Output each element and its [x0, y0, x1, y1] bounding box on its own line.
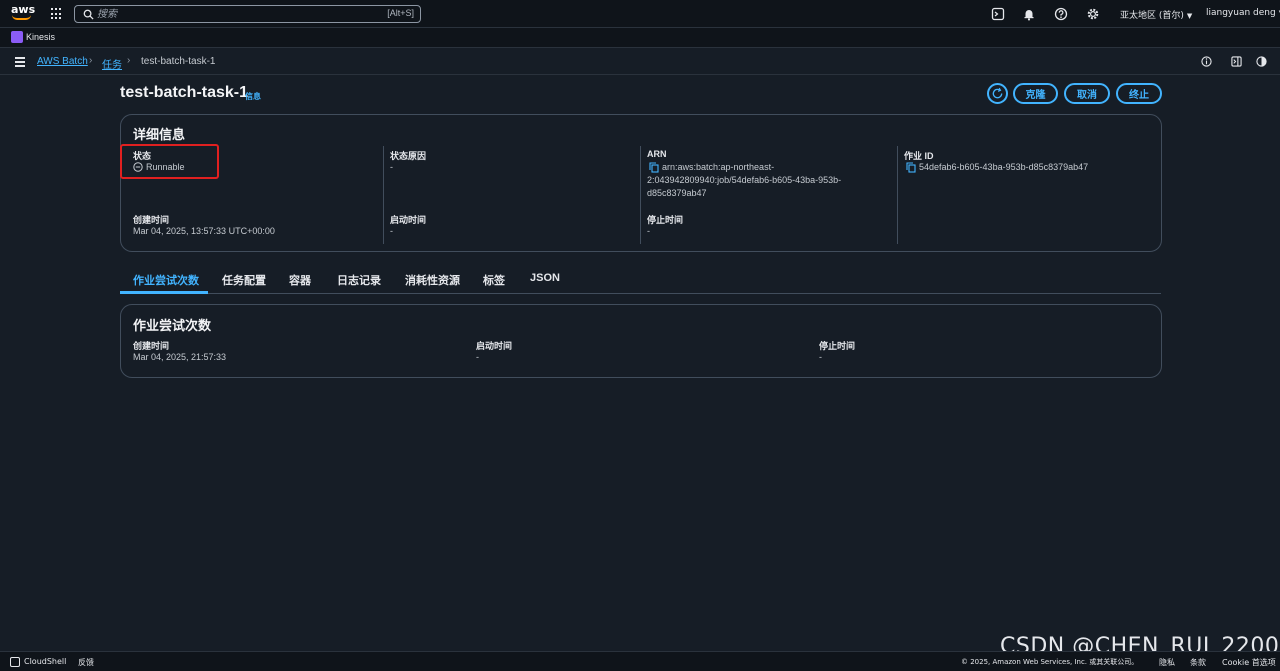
job-id-value: 54defab6-b605-43ba-953b-d85c8379ab47: [919, 162, 1089, 172]
aws-logo[interactable]: aws: [11, 4, 35, 22]
refresh-icon: [992, 87, 1003, 99]
help-icon[interactable]: [1054, 7, 1068, 21]
details-panel: [120, 114, 1162, 252]
active-tab-indicator: [120, 291, 208, 294]
chevron-down-icon: ▼: [1186, 12, 1193, 20]
breadcrumb-current: test-batch-task-1: [141, 56, 216, 67]
cloudshell-icon[interactable]: [991, 7, 1005, 21]
tab-job-attempts[interactable]: 作业尝试次数: [133, 272, 199, 288]
account-menu[interactable]: liangyuan deng▼: [1206, 8, 1280, 18]
footer-feedback[interactable]: 反馈: [78, 657, 94, 668]
started-value: -: [390, 226, 393, 236]
attempt-started-value: -: [476, 352, 479, 362]
cloudshell-icon: [10, 657, 20, 667]
attempt-stopped-value: -: [819, 352, 822, 362]
cancel-button[interactable]: 取消: [1064, 83, 1110, 104]
panel-toggle-icon[interactable]: [1231, 56, 1242, 67]
started-label: 启动时间: [390, 215, 427, 225]
detail-tabs: 作业尝试次数 任务配置 容器 日志记录 消耗性资源 标签 JSON: [120, 266, 1161, 294]
chevron-right-icon: ›: [127, 55, 131, 66]
info-icon[interactable]: [1201, 56, 1212, 67]
user-name: liangyuan deng: [1206, 8, 1276, 18]
terminate-button[interactable]: 终止: [1116, 83, 1162, 104]
attempt-created-value: Mar 04, 2025, 21:57:33: [133, 352, 227, 362]
footer-copyright: © 2025, Amazon Web Services, Inc. 或其关联公司…: [961, 658, 1139, 666]
status-highlight-box: [120, 144, 219, 179]
job-attempts-title: 作业尝试次数: [133, 318, 212, 333]
tab-logging[interactable]: 日志记录: [337, 272, 381, 288]
details-title: 详细信息: [133, 127, 186, 142]
top-navigation: aws [Alt+S] 亚太地区 (首尔)▼ liangyuan deng▼: [0, 0, 1280, 28]
clone-button[interactable]: 克隆: [1013, 83, 1058, 104]
stopped-value: -: [647, 226, 650, 236]
breadcrumb-aws-batch[interactable]: AWS Batch: [37, 56, 88, 67]
page-title: test-batch-task-1: [120, 84, 249, 101]
status-reason-value: -: [390, 162, 393, 172]
region-selector[interactable]: 亚太地区 (首尔) ▼: [1120, 8, 1192, 21]
breadcrumb-jobs[interactable]: 任务: [102, 56, 122, 71]
column-divider: [383, 146, 384, 244]
kinesis-icon: [11, 31, 23, 43]
region-label: 亚太地区 (首尔): [1120, 11, 1184, 21]
attempt-started-label: 启动时间: [476, 341, 513, 351]
arn-value-line2: 2:043942809940:job/54defab6-b605-43ba-95…: [647, 175, 842, 185]
breadcrumb-bar: AWS Batch › 任务 › test-batch-task-1: [0, 48, 1280, 75]
refresh-button[interactable]: [987, 83, 1008, 104]
chevron-right-icon: ›: [89, 55, 93, 66]
footer: CloudShell 反馈 © 2025, Amazon Web Service…: [0, 651, 1280, 671]
arn-value-line3: d85c8379ab47: [647, 188, 707, 198]
services-grid-icon[interactable]: [51, 8, 63, 20]
copy-icon[interactable]: [649, 162, 659, 173]
tab-job-configuration[interactable]: 任务配置: [222, 272, 266, 288]
tab-tags[interactable]: 标签: [483, 272, 505, 288]
footer-privacy[interactable]: 隐私: [1159, 657, 1175, 668]
footer-cloudshell[interactable]: CloudShell: [24, 657, 66, 666]
search-shortcut: [Alt+S]: [387, 8, 414, 18]
status-reason-label: 状态原因: [390, 151, 427, 161]
bell-icon[interactable]: [1022, 7, 1036, 21]
footer-cookie-preferences[interactable]: Cookie 首选项: [1222, 657, 1276, 668]
job-attempts-panel: [120, 304, 1162, 378]
column-divider: [897, 146, 898, 244]
attempt-stopped-label: 停止时间: [819, 341, 856, 351]
created-value: Mar 04, 2025, 13:57:33 UTC+00:00: [133, 226, 275, 236]
stopped-label: 停止时间: [647, 215, 684, 225]
tab-container[interactable]: 容器: [289, 272, 311, 288]
footer-terms[interactable]: 条款: [1190, 657, 1206, 668]
search-icon: [83, 9, 94, 20]
arn-label: ARN: [647, 149, 667, 159]
favorites-bar: Kinesis: [0, 28, 1280, 48]
search-input[interactable]: [97, 7, 377, 21]
tab-consumable-resources[interactable]: 消耗性资源: [405, 272, 460, 288]
info-link[interactable]: 信息: [245, 91, 261, 102]
tab-json[interactable]: JSON: [530, 272, 560, 284]
copy-icon[interactable]: [906, 162, 916, 173]
appearance-icon[interactable]: [1256, 56, 1267, 67]
favorite-kinesis[interactable]: Kinesis: [26, 32, 55, 42]
menu-icon[interactable]: [15, 57, 25, 67]
gear-icon[interactable]: [1086, 7, 1100, 21]
arn-value-line1: arn:aws:batch:ap-northeast-: [662, 162, 775, 172]
column-divider: [640, 146, 641, 244]
search-box[interactable]: [Alt+S]: [74, 5, 421, 23]
